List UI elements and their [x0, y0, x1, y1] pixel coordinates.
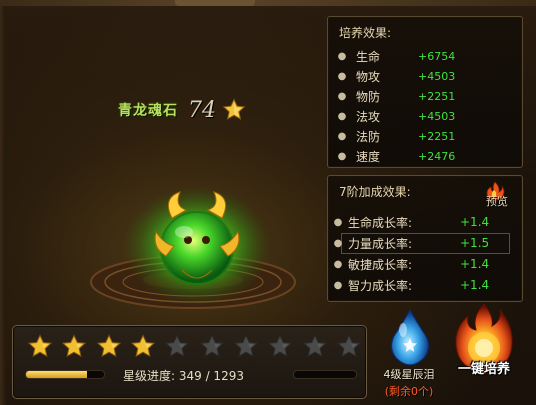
stat-row: ● 物防 +2251: [328, 86, 522, 106]
star-empty: [297, 334, 331, 360]
stone-name: 青龙魂石: [118, 103, 178, 119]
stat-value: +2251: [418, 129, 456, 143]
progress-track-end: [293, 370, 357, 379]
grey-star-icon: [199, 334, 224, 357]
bullet: ●: [337, 50, 347, 62]
stat-row: ● 法攻 +4503: [328, 106, 522, 126]
progress-track: [25, 370, 105, 379]
stat-value: +4503: [418, 69, 456, 83]
top-tab[interactable]: [175, 0, 255, 6]
grey-star-icon: [302, 334, 327, 357]
growth-row-highlighted: ● 力量成长率: +1.5: [328, 233, 522, 253]
one-key-cultivate-button[interactable]: 一键培养: [444, 302, 524, 398]
star-empty: [229, 334, 263, 360]
stat-row: ● 生命 +6754: [328, 46, 522, 66]
growth-name: 力量成长率:: [348, 236, 413, 251]
growth-value: +1.4: [460, 257, 490, 271]
star-filled: [57, 334, 91, 360]
stat-value: +2251: [418, 89, 456, 103]
bullet: ●: [337, 110, 347, 122]
stat-row: ● 法防 +2251: [328, 126, 522, 146]
star-empty: [194, 334, 228, 360]
growth-name: 智力成长率:: [348, 278, 413, 293]
stone-title: 青龙魂石 74: [118, 96, 246, 124]
growth-name: 敏捷成长率:: [348, 257, 413, 272]
stat-value: +6754: [418, 49, 456, 63]
stat-name: 法防: [356, 129, 381, 144]
star-empty: [263, 334, 297, 360]
bullet: ●: [337, 70, 347, 82]
star-empty: [332, 334, 366, 360]
bullet: ●: [337, 90, 347, 102]
bullet: ●: [337, 150, 347, 162]
stat-value: +2476: [418, 149, 456, 163]
grey-star-icon: [268, 334, 293, 357]
bonus-heading: 7阶加成效果:: [339, 185, 411, 199]
stat-name: 法攻: [356, 109, 381, 124]
left-frame: [0, 6, 6, 405]
stat-name: 生命: [356, 49, 381, 64]
stat-name: 物防: [356, 89, 381, 104]
stat-name: 速度: [356, 149, 381, 164]
growth-value: +1.4: [460, 215, 490, 229]
tear-count: (剩余0个): [384, 385, 434, 398]
preview-button[interactable]: 预览: [478, 181, 518, 208]
star-tear-icon: [390, 308, 430, 366]
preview-label: 预览: [486, 195, 508, 208]
gold-star-icon: [130, 334, 156, 357]
growth-row: ● 智力成长率: +1.4: [328, 275, 522, 295]
star-filled: [92, 334, 126, 360]
top-frame: [0, 0, 536, 6]
progress-fill: [26, 371, 88, 378]
gold-star-icon: [96, 334, 121, 357]
growth-name: 生命成长率:: [348, 215, 413, 230]
star-empty: [160, 334, 194, 360]
star-progress-bar: 星级进度: 349 / 1293: [12, 325, 367, 399]
growth-row: ● 敏捷成长率: +1.4: [328, 254, 522, 274]
star-filled: [23, 334, 57, 360]
gold-star-icon: [62, 334, 87, 357]
growth-row: ● 生命成长率: +1.4: [328, 212, 522, 232]
dragon-orb-icon[interactable]: [122, 178, 272, 308]
star-tear-item[interactable]: 4级星辰泪 (剩余0个): [378, 308, 440, 400]
growth-value: +1.4: [460, 278, 490, 292]
grey-star-icon: [165, 334, 190, 357]
bullet: ●: [333, 237, 343, 249]
stat-value: +4503: [418, 109, 456, 123]
one-key-label: 一键培养: [457, 362, 510, 377]
bullet: ●: [337, 130, 347, 142]
tier-bonus-panel: 7阶加成效果: 预览 ● 生命成长率: +1.4 ● 力量成长率: +1.5 ●…: [327, 175, 523, 302]
gold-star-icon: [28, 334, 53, 357]
cultivation-panel: 青龙魂石 74 培养效果: ● 生命 +6754 ● 物攻 +4503 ● 物防…: [0, 0, 536, 405]
stat-name: 物攻: [356, 69, 381, 84]
bullet: ●: [333, 216, 343, 228]
grey-star-icon: [336, 334, 361, 357]
training-effects-panel: 培养效果: ● 生命 +6754 ● 物攻 +4503 ● 物防 +2251 ●…: [327, 16, 523, 168]
progress-text: 星级进度: 349 / 1293: [123, 369, 244, 383]
gold-star-icon: [222, 98, 246, 120]
training-heading: 培养效果:: [339, 26, 392, 40]
grey-star-icon: [233, 334, 258, 357]
growth-value: +1.5: [460, 236, 490, 250]
bullet: ●: [333, 279, 343, 291]
star-rating: [23, 334, 366, 360]
star-filled: [126, 334, 160, 360]
stone-level: 74: [188, 97, 216, 123]
stat-row: ● 速度 +2476: [328, 146, 522, 166]
bullet: ●: [333, 258, 343, 270]
stat-row: ● 物攻 +4503: [328, 66, 522, 86]
tear-name: 4级星辰泪: [383, 368, 435, 381]
